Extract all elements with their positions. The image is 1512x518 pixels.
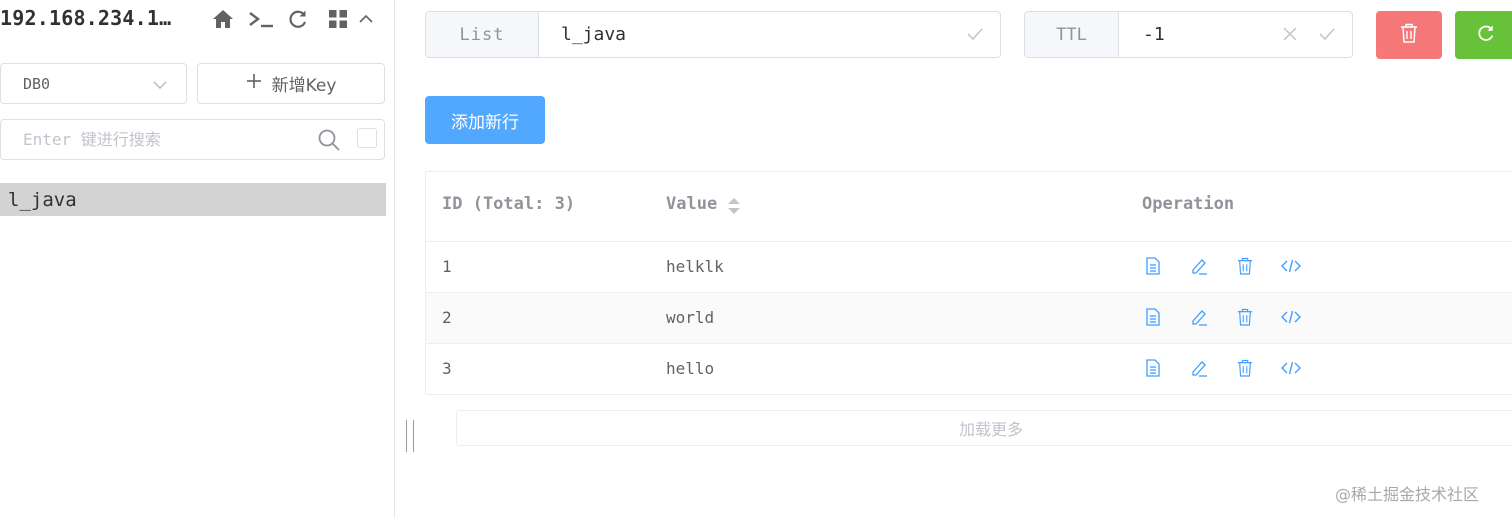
terminal-icon[interactable] (247, 7, 275, 31)
refresh-icon[interactable] (286, 7, 310, 31)
table-row: 2 world (426, 293, 1512, 344)
watermark: @稀土掘金技术社区 (1335, 485, 1480, 504)
row-value: helklk (666, 257, 724, 276)
new-key-button[interactable]: 新增Key (197, 63, 385, 104)
home-icon[interactable] (211, 7, 235, 31)
edit-icon[interactable] (1188, 357, 1210, 379)
ttl-input[interactable]: -1 (1119, 12, 1352, 57)
code-icon[interactable] (1280, 357, 1302, 379)
row-value: hello (666, 359, 715, 378)
ttl-value: -1 (1143, 24, 1165, 45)
column-header-id: ID (Total: 3) (442, 194, 576, 214)
db-select[interactable]: DB0 (0, 63, 187, 104)
add-row-button[interactable]: 添加新行 (425, 96, 545, 144)
delete-icon[interactable] (1234, 306, 1256, 328)
exact-match-checkbox[interactable] (357, 128, 377, 148)
copy-icon[interactable] (1142, 357, 1164, 379)
grid-icon[interactable] (326, 7, 350, 31)
db-select-value: DB0 (23, 74, 51, 93)
delete-icon[interactable] (1234, 357, 1256, 379)
ttl-group: TTL -1 (1024, 11, 1353, 58)
edit-icon[interactable] (1188, 306, 1210, 328)
close-icon[interactable] (1282, 26, 1298, 47)
row-value: world (666, 308, 715, 327)
column-header-operation: Operation (1142, 194, 1235, 214)
key-search-input[interactable] (1, 120, 301, 159)
key-type-label: List (426, 12, 539, 57)
search-icon[interactable] (317, 128, 341, 156)
chevron-up-icon[interactable] (354, 7, 378, 31)
row-id: 3 (442, 359, 452, 378)
key-name-input[interactable]: l_java (539, 12, 1000, 57)
sort-icon[interactable] (726, 196, 742, 216)
refresh-key-button[interactable] (1455, 11, 1512, 59)
key-name-group: List l_java (425, 11, 1001, 58)
key-name-value: l_java (561, 24, 627, 45)
delete-key-button[interactable] (1376, 11, 1442, 59)
table-row: 3 hello (426, 344, 1512, 395)
list-table: ID (Total: 3) Value Operation 1 helklk 2… (425, 171, 1512, 395)
load-more-button[interactable]: 加载更多 (456, 410, 1512, 446)
sidebar: 192.168.234.1… DB0 新增Key Enter 键进行搜索 l_j… (0, 0, 395, 518)
key-list-item[interactable]: l_java (0, 183, 386, 216)
plus-icon (246, 73, 262, 94)
new-key-label: 新增Key (271, 76, 337, 96)
connection-name[interactable]: 192.168.234.1… (0, 6, 171, 30)
ttl-label: TTL (1025, 12, 1119, 57)
refresh-icon (1477, 24, 1495, 46)
trash-icon (1400, 23, 1418, 47)
check-icon[interactable] (966, 26, 984, 47)
delete-icon[interactable] (1234, 255, 1256, 277)
row-id: 1 (442, 257, 452, 276)
connection-header: 192.168.234.1… (0, 0, 395, 40)
copy-icon[interactable] (1142, 306, 1164, 328)
chevron-down-icon (152, 77, 168, 95)
check-icon[interactable] (1318, 26, 1336, 47)
code-icon[interactable] (1280, 306, 1302, 328)
edit-icon[interactable] (1188, 255, 1210, 277)
row-id: 2 (442, 308, 452, 327)
copy-icon[interactable] (1142, 255, 1164, 277)
column-header-value[interactable]: Value (666, 194, 717, 214)
key-list-item-label: l_java (8, 188, 77, 211)
table-row: 1 helklk (426, 242, 1512, 293)
sidebar-resize-handle[interactable] (406, 420, 414, 452)
key-search-box (0, 119, 385, 160)
code-icon[interactable] (1280, 255, 1302, 277)
table-header: ID (Total: 3) Value Operation (426, 172, 1512, 242)
